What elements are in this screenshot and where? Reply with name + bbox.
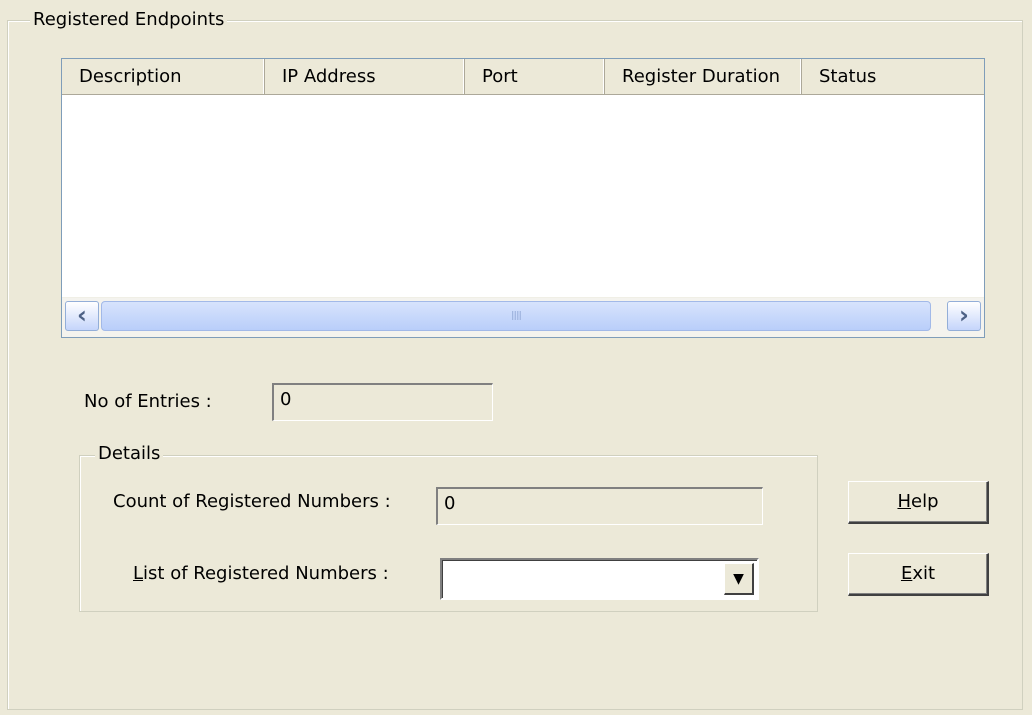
details-title: Details [95, 443, 164, 465]
column-header-description[interactable]: Description [62, 59, 265, 94]
entries-label: No of Entries : [84, 391, 212, 412]
horizontal-scrollbar[interactable]: ‹ IIII › [62, 297, 984, 337]
column-header-port[interactable]: Port [465, 59, 605, 94]
count-registered-numbers-field: 0 [436, 487, 763, 525]
endpoints-list-view[interactable]: Description IP Address Port Register Dur… [61, 58, 985, 338]
chevron-right-icon: › [959, 301, 969, 329]
list-header: Description IP Address Port Register Dur… [62, 59, 984, 95]
dropdown-selected-value [448, 566, 717, 592]
grip-icon: IIII [510, 309, 522, 323]
exit-accelerator: E [900, 563, 913, 584]
help-accelerator: H [897, 491, 912, 512]
list-label-accelerator: L [133, 563, 144, 584]
dropdown-arrow-button[interactable]: ▼ [724, 563, 754, 595]
exit-label: xit [912, 563, 936, 584]
column-header-ip-address[interactable]: IP Address [265, 59, 465, 94]
column-header-register-duration[interactable]: Register Duration [605, 59, 802, 94]
chevron-left-icon: ‹ [77, 301, 87, 329]
exit-button[interactable]: Exit [848, 553, 989, 596]
entries-count-field: 0 [272, 383, 493, 421]
count-registered-numbers-label: Count of Registered Numbers : [113, 491, 391, 512]
scroll-left-button[interactable]: ‹ [65, 301, 99, 331]
registered-numbers-dropdown[interactable]: ▼ [440, 558, 759, 600]
registered-endpoints-title: Registered Endpoints [30, 9, 228, 31]
list-label-text: ist of Registered Numbers : [143, 563, 389, 584]
scroll-right-button[interactable]: › [947, 301, 981, 331]
chevron-down-icon: ▼ [733, 571, 744, 587]
column-header-status[interactable]: Status [802, 59, 984, 94]
help-label: elp [911, 491, 939, 512]
list-registered-numbers-label: List of Registered Numbers : [133, 562, 389, 586]
scrollbar-thumb[interactable]: IIII [101, 301, 931, 331]
help-button[interactable]: Help [848, 481, 989, 524]
